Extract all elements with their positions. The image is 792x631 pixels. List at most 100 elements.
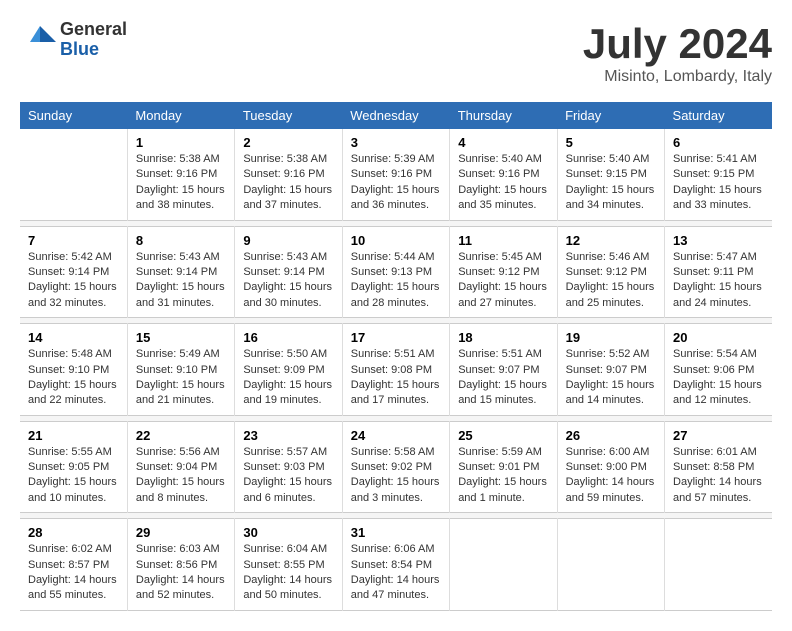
day-info: Sunrise: 5:42 AM Sunset: 9:14 PM Dayligh… [28, 250, 119, 312]
day-info: Sunrise: 5:55 AM Sunset: 9:05 PM Dayligh… [28, 445, 119, 507]
day-number: 26 [566, 428, 656, 443]
calendar-cell: 13 Sunrise: 5:47 AM Sunset: 9:11 PM Dayli… [665, 226, 772, 318]
day-info: Sunrise: 5:57 AM Sunset: 9:03 PM Dayligh… [243, 445, 333, 507]
day-number: 25 [458, 428, 548, 443]
calendar-cell: 16 Sunrise: 5:50 AM Sunset: 9:09 PM Dayli… [235, 324, 342, 416]
calendar-cell: 10Sunrise: 5:44 AM Sunset: 9:13 PM Dayli… [342, 226, 449, 318]
day-number: 28 [28, 525, 119, 540]
calendar-cell: 2 Sunrise: 5:38 AM Sunset: 9:16 PM Daylig… [235, 129, 342, 220]
day-number: 18 [458, 330, 548, 345]
calendar-cell: 12 Sunrise: 5:46 AM Sunset: 9:12 PM Dayli… [557, 226, 664, 318]
weekday-header: Tuesday [235, 102, 342, 129]
day-info: Sunrise: 5:51 AM Sunset: 9:07 PM Dayligh… [458, 347, 548, 409]
calendar-cell: 15 Sunrise: 5:49 AM Sunset: 9:10 PM Dayli… [127, 324, 234, 416]
location: Misinto, Lombardy, Italy [583, 68, 772, 86]
logo-general: General [60, 20, 127, 40]
calendar-cell: 27Sunrise: 6:01 AM Sunset: 8:58 PM Dayli… [665, 421, 772, 513]
logo-icon [20, 22, 56, 58]
calendar-cell: 3 Sunrise: 5:39 AM Sunset: 9:16 PM Daylig… [342, 129, 449, 220]
day-info: Sunrise: 5:54 AM Sunset: 9:06 PM Dayligh… [673, 347, 764, 409]
calendar-week-row: 28 Sunrise: 6:02 AM Sunset: 8:57 PM Dayli… [20, 519, 772, 611]
logo: General Blue [20, 20, 127, 60]
day-info: Sunrise: 5:43 AM Sunset: 9:14 PM Dayligh… [243, 250, 333, 312]
day-info: Sunrise: 5:38 AM Sunset: 9:16 PM Dayligh… [136, 152, 226, 214]
weekday-header: Wednesday [342, 102, 449, 129]
day-number: 24 [351, 428, 441, 443]
day-number: 27 [673, 428, 764, 443]
day-info: Sunrise: 5:50 AM Sunset: 9:09 PM Dayligh… [243, 347, 333, 409]
calendar-week-row: 7 Sunrise: 5:42 AM Sunset: 9:14 PM Daylig… [20, 226, 772, 318]
calendar-cell: 24Sunrise: 5:58 AM Sunset: 9:02 PM Dayli… [342, 421, 449, 513]
day-info: Sunrise: 5:47 AM Sunset: 9:11 PM Dayligh… [673, 250, 764, 312]
day-info: Sunrise: 5:51 AM Sunset: 9:08 PM Dayligh… [351, 347, 441, 409]
calendar-cell: 14Sunrise: 5:48 AM Sunset: 9:10 PM Dayli… [20, 324, 127, 416]
day-number: 22 [136, 428, 226, 443]
day-info: Sunrise: 5:43 AM Sunset: 9:14 PM Dayligh… [136, 250, 226, 312]
day-number: 9 [243, 233, 333, 248]
day-number: 23 [243, 428, 333, 443]
day-number: 12 [566, 233, 656, 248]
calendar-cell: 29 Sunrise: 6:03 AM Sunset: 8:56 PM Dayli… [127, 519, 234, 611]
calendar-cell: 1 Sunrise: 5:38 AM Sunset: 9:16 PM Daylig… [127, 129, 234, 220]
day-number: 19 [566, 330, 656, 345]
day-number: 14 [28, 330, 119, 345]
calendar-cell: 22 Sunrise: 5:56 AM Sunset: 9:04 PM Dayli… [127, 421, 234, 513]
calendar-cell: 19 Sunrise: 5:52 AM Sunset: 9:07 PM Dayli… [557, 324, 664, 416]
calendar-cell: 7 Sunrise: 5:42 AM Sunset: 9:14 PM Daylig… [20, 226, 127, 318]
day-number: 13 [673, 233, 764, 248]
day-number: 3 [351, 135, 441, 150]
calendar-cell: 8 Sunrise: 5:43 AM Sunset: 9:14 PM Daylig… [127, 226, 234, 318]
day-number: 30 [243, 525, 333, 540]
day-number: 2 [243, 135, 333, 150]
day-info: Sunrise: 6:00 AM Sunset: 9:00 PM Dayligh… [566, 445, 656, 507]
weekday-header: Friday [557, 102, 664, 129]
calendar-cell: 21 Sunrise: 5:55 AM Sunset: 9:05 PM Dayli… [20, 421, 127, 513]
calendar-cell: 28 Sunrise: 6:02 AM Sunset: 8:57 PM Dayli… [20, 519, 127, 611]
day-info: Sunrise: 5:40 AM Sunset: 9:16 PM Dayligh… [458, 152, 548, 214]
weekday-header: Saturday [665, 102, 772, 129]
day-info: Sunrise: 5:44 AM Sunset: 9:13 PM Dayligh… [351, 250, 441, 312]
calendar-cell: 31 Sunrise: 6:06 AM Sunset: 8:54 PM Dayli… [342, 519, 449, 611]
calendar-cell: 20 Sunrise: 5:54 AM Sunset: 9:06 PM Dayli… [665, 324, 772, 416]
day-number: 1 [136, 135, 226, 150]
calendar-cell [665, 519, 772, 611]
weekday-header: Thursday [450, 102, 557, 129]
title-block: July 2024 Misinto, Lombardy, Italy [583, 20, 772, 86]
day-number: 8 [136, 233, 226, 248]
calendar-cell [20, 129, 127, 220]
day-info: Sunrise: 5:40 AM Sunset: 9:15 PM Dayligh… [566, 152, 656, 214]
calendar-cell: 23 Sunrise: 5:57 AM Sunset: 9:03 PM Dayli… [235, 421, 342, 513]
day-number: 20 [673, 330, 764, 345]
calendar-cell: 9 Sunrise: 5:43 AM Sunset: 9:14 PM Daylig… [235, 226, 342, 318]
day-info: Sunrise: 5:38 AM Sunset: 9:16 PM Dayligh… [243, 152, 333, 214]
day-number: 5 [566, 135, 656, 150]
calendar-week-row: 14Sunrise: 5:48 AM Sunset: 9:10 PM Dayli… [20, 324, 772, 416]
day-number: 21 [28, 428, 119, 443]
calendar-cell: 4Sunrise: 5:40 AM Sunset: 9:16 PM Daylig… [450, 129, 557, 220]
day-info: Sunrise: 6:02 AM Sunset: 8:57 PM Dayligh… [28, 542, 119, 604]
day-info: Sunrise: 5:52 AM Sunset: 9:07 PM Dayligh… [566, 347, 656, 409]
day-number: 31 [351, 525, 441, 540]
weekday-header-row: SundayMondayTuesdayWednesdayThursdayFrid… [20, 102, 772, 129]
day-info: Sunrise: 5:39 AM Sunset: 9:16 PM Dayligh… [351, 152, 441, 214]
day-number: 15 [136, 330, 226, 345]
day-info: Sunrise: 5:46 AM Sunset: 9:12 PM Dayligh… [566, 250, 656, 312]
calendar-cell [450, 519, 557, 611]
day-info: Sunrise: 5:56 AM Sunset: 9:04 PM Dayligh… [136, 445, 226, 507]
day-info: Sunrise: 5:49 AM Sunset: 9:10 PM Dayligh… [136, 347, 226, 409]
day-number: 29 [136, 525, 226, 540]
day-number: 16 [243, 330, 333, 345]
day-number: 7 [28, 233, 119, 248]
calendar-cell: 26 Sunrise: 6:00 AM Sunset: 9:00 PM Dayli… [557, 421, 664, 513]
day-number: 17 [351, 330, 441, 345]
calendar-week-row: 21 Sunrise: 5:55 AM Sunset: 9:05 PM Dayli… [20, 421, 772, 513]
day-info: Sunrise: 6:06 AM Sunset: 8:54 PM Dayligh… [351, 542, 441, 604]
logo-text: General Blue [60, 20, 127, 60]
calendar-cell: 25Sunrise: 5:59 AM Sunset: 9:01 PM Dayli… [450, 421, 557, 513]
day-info: Sunrise: 6:03 AM Sunset: 8:56 PM Dayligh… [136, 542, 226, 604]
calendar-cell: 17 Sunrise: 5:51 AM Sunset: 9:08 PM Dayli… [342, 324, 449, 416]
calendar-cell: 11Sunrise: 5:45 AM Sunset: 9:12 PM Dayli… [450, 226, 557, 318]
calendar-cell [557, 519, 664, 611]
calendar-cell: 6Sunrise: 5:41 AM Sunset: 9:15 PM Daylig… [665, 129, 772, 220]
calendar-cell: 30Sunrise: 6:04 AM Sunset: 8:55 PM Dayli… [235, 519, 342, 611]
